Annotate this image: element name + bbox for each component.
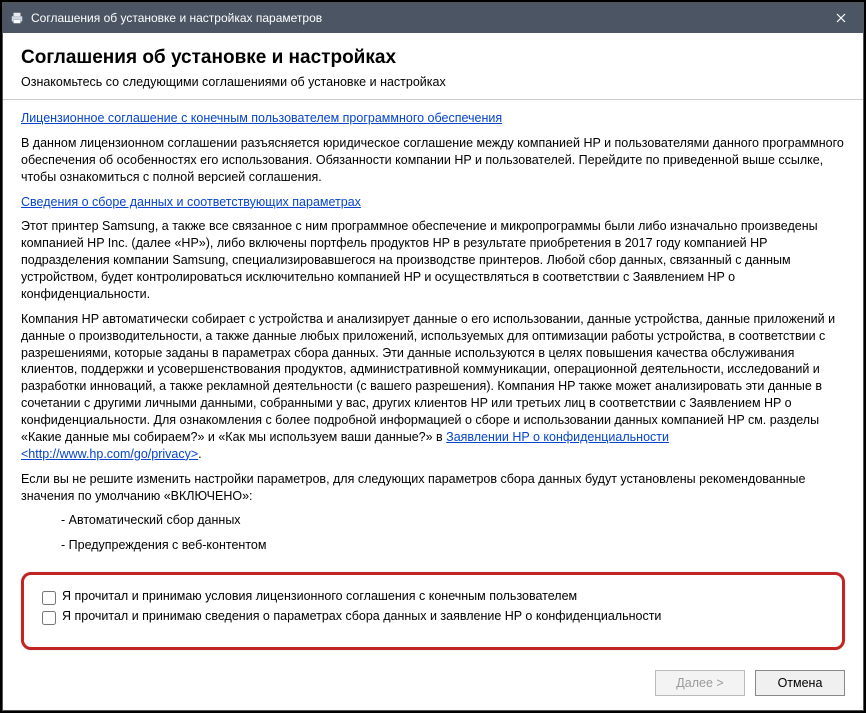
accept-privacy-checkbox[interactable] (42, 611, 56, 625)
installer-dialog: Соглашения об установке и настройках пар… (2, 2, 864, 711)
data-usage-paragraph: Компания HP автоматически собирает с уст… (21, 311, 845, 463)
close-button[interactable] (818, 3, 863, 33)
footer-buttons: Далее > Отмена (3, 660, 863, 710)
titlebar: Соглашения об установке и настройках пар… (3, 3, 863, 33)
bullet-web-warnings: - Предупреждения с веб-контентом (61, 537, 845, 554)
accept-eula-checkbox[interactable] (42, 591, 56, 605)
bullet-auto-collect: - Автоматический сбор данных (61, 512, 845, 529)
printer-icon (9, 10, 25, 26)
eula-paragraph: В данном лицензионном соглашении разъясн… (21, 135, 845, 186)
cancel-button[interactable]: Отмена (755, 670, 845, 696)
agreement-scrollpane[interactable]: Лицензионное соглашение с конечным польз… (3, 100, 863, 566)
accept-privacy-label[interactable]: Я прочитал и принимаю сведения о парамет… (62, 609, 824, 623)
page-heading: Соглашения об установке и настройках (21, 47, 845, 69)
next-button[interactable]: Далее > (655, 670, 745, 696)
defaults-paragraph: Если вы не решите изменить настройки пар… (21, 471, 845, 505)
datacollection-link[interactable]: Сведения о сборе данных и соответствующи… (21, 195, 361, 209)
accept-eula-label[interactable]: Я прочитал и принимаю условия лицензионн… (62, 589, 824, 603)
accept-checkboxes: Я прочитал и принимаю условия лицензионн… (21, 572, 845, 650)
window-title: Соглашения об установке и настройках пар… (31, 11, 818, 25)
content-area: Лицензионное соглашение с конечным польз… (3, 100, 863, 660)
header: Соглашения об установке и настройках Озн… (3, 33, 863, 100)
eula-link[interactable]: Лицензионное соглашение с конечным польз… (21, 111, 502, 125)
page-subheading: Ознакомьтесь со следующими соглашениями … (21, 75, 845, 89)
samsung-paragraph: Этот принтер Samsung, а также все связан… (21, 218, 845, 302)
